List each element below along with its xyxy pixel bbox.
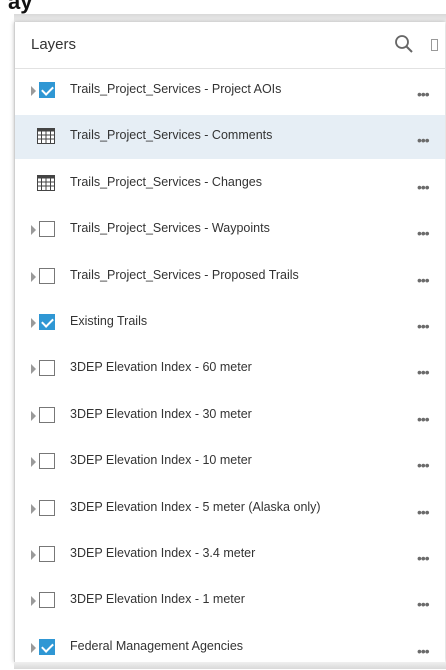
layer-label: Trails_Project_Services - Project AOIs <box>70 82 282 96</box>
layer-label: 3DEP Elevation Index - 30 meter <box>70 406 252 421</box>
layer-visibility-checkbox[interactable] <box>39 314 55 330</box>
layer-row[interactable]: Trails_Project_Services - Comments ••• <box>15 115 445 160</box>
layer-label: Existing Trails <box>70 314 148 328</box>
layer-row[interactable]: Existing Trails ••• <box>15 301 445 345</box>
more-options-icon[interactable]: ••• <box>417 273 430 287</box>
more-options-icon[interactable]: ••• <box>417 644 430 658</box>
layer-row[interactable]: 3DEP Elevation Index - 1 meter ••• <box>15 579 445 623</box>
layer-visibility-checkbox[interactable] <box>39 360 55 377</box>
layer-row[interactable]: Trails_Project_Services - Changes ••• <box>15 162 445 206</box>
expand-caret-icon[interactable] <box>31 225 36 236</box>
expand-caret-icon[interactable] <box>31 503 36 514</box>
layer-visibility-checkbox[interactable] <box>39 221 55 238</box>
layer-row[interactable]: Trails_Project_Services - Project AOIs ••… <box>15 69 445 113</box>
layer-visibility-checkbox[interactable] <box>39 546 55 562</box>
layer-row[interactable]: 3DEP Elevation Index - 3.4 meter ••• <box>15 533 445 577</box>
layer-label: 3DEP Elevation Index - 5 meter (Alaska o… <box>70 499 321 514</box>
table-icon <box>37 174 55 191</box>
app-title: ay <box>8 0 33 14</box>
layers-panel: Layers Trails_Project_Services - Project… <box>14 22 445 662</box>
layer-visibility-checkbox[interactable] <box>39 406 55 423</box>
layer-row[interactable]: 3DEP Elevation Index - 5 meter (Alaska o… <box>15 487 445 531</box>
layers-header: Layers <box>15 22 445 69</box>
layer-visibility-checkbox[interactable] <box>39 82 55 98</box>
layer-label: 3DEP Elevation Index - 10 meter <box>70 453 252 468</box>
expand-caret-icon[interactable] <box>31 550 36 560</box>
table-icon <box>37 128 55 145</box>
panel-toggle-icon[interactable] <box>431 39 438 51</box>
layer-visibility-checkbox[interactable] <box>39 592 55 609</box>
more-options-icon[interactable]: ••• <box>417 226 430 240</box>
layer-row[interactable]: 3DEP Elevation Index - 30 meter ••• <box>15 394 445 438</box>
layer-row[interactable]: Trails_Project_Services - Waypoints ••• <box>15 208 445 252</box>
layer-label: 3DEP Elevation Index - 3.4 meter <box>70 546 256 560</box>
layer-row[interactable]: Trails_Project_Services - Proposed Trail… <box>15 255 445 299</box>
layer-label: Trails_Project_Services - Changes <box>70 174 262 189</box>
layer-label: Trails_Project_Services - Waypoints <box>70 221 270 236</box>
layer-row[interactable]: 3DEP Elevation Index - 60 meter ••• <box>15 347 445 391</box>
layer-label: Trails_Project_Services - Comments <box>70 128 273 143</box>
more-options-icon[interactable]: ••• <box>417 365 430 379</box>
expand-caret-icon[interactable] <box>31 318 36 328</box>
expand-caret-icon[interactable] <box>31 642 36 653</box>
more-options-icon[interactable]: ••• <box>417 87 430 101</box>
expand-caret-icon[interactable] <box>31 410 36 421</box>
expand-caret-icon[interactable] <box>31 271 36 282</box>
more-options-icon[interactable]: ••• <box>417 458 430 472</box>
search-icon[interactable] <box>394 34 414 54</box>
expand-caret-icon[interactable] <box>31 364 36 375</box>
layer-visibility-checkbox[interactable] <box>39 638 55 655</box>
layer-visibility-checkbox[interactable] <box>39 453 55 470</box>
more-options-icon[interactable]: ••• <box>417 412 430 426</box>
more-options-icon[interactable]: ••• <box>417 597 430 611</box>
layer-label: 3DEP Elevation Index - 1 meter <box>70 592 245 607</box>
layer-row[interactable]: 3DEP Elevation Index - 10 meter ••• <box>15 440 445 484</box>
expand-caret-icon[interactable] <box>31 457 36 468</box>
more-options-icon[interactable]: ••• <box>417 180 430 194</box>
layer-visibility-checkbox[interactable] <box>39 267 55 284</box>
panel-bottom-band <box>14 662 446 669</box>
panel-top-band <box>14 14 446 22</box>
layer-label: Trails_Project_Services - Proposed Trail… <box>70 267 299 282</box>
layer-label: Federal Management Agencies <box>70 638 244 653</box>
expand-caret-icon[interactable] <box>31 596 36 607</box>
more-options-icon[interactable]: ••• <box>417 319 430 333</box>
layer-visibility-checkbox[interactable] <box>39 499 55 516</box>
layer-label: 3DEP Elevation Index - 60 meter <box>70 360 252 375</box>
more-options-icon[interactable]: ••• <box>417 133 430 147</box>
panel-title: Layers <box>31 36 77 53</box>
more-options-icon[interactable]: ••• <box>417 505 430 519</box>
expand-caret-icon[interactable] <box>31 86 36 96</box>
more-options-icon[interactable]: ••• <box>417 551 430 565</box>
